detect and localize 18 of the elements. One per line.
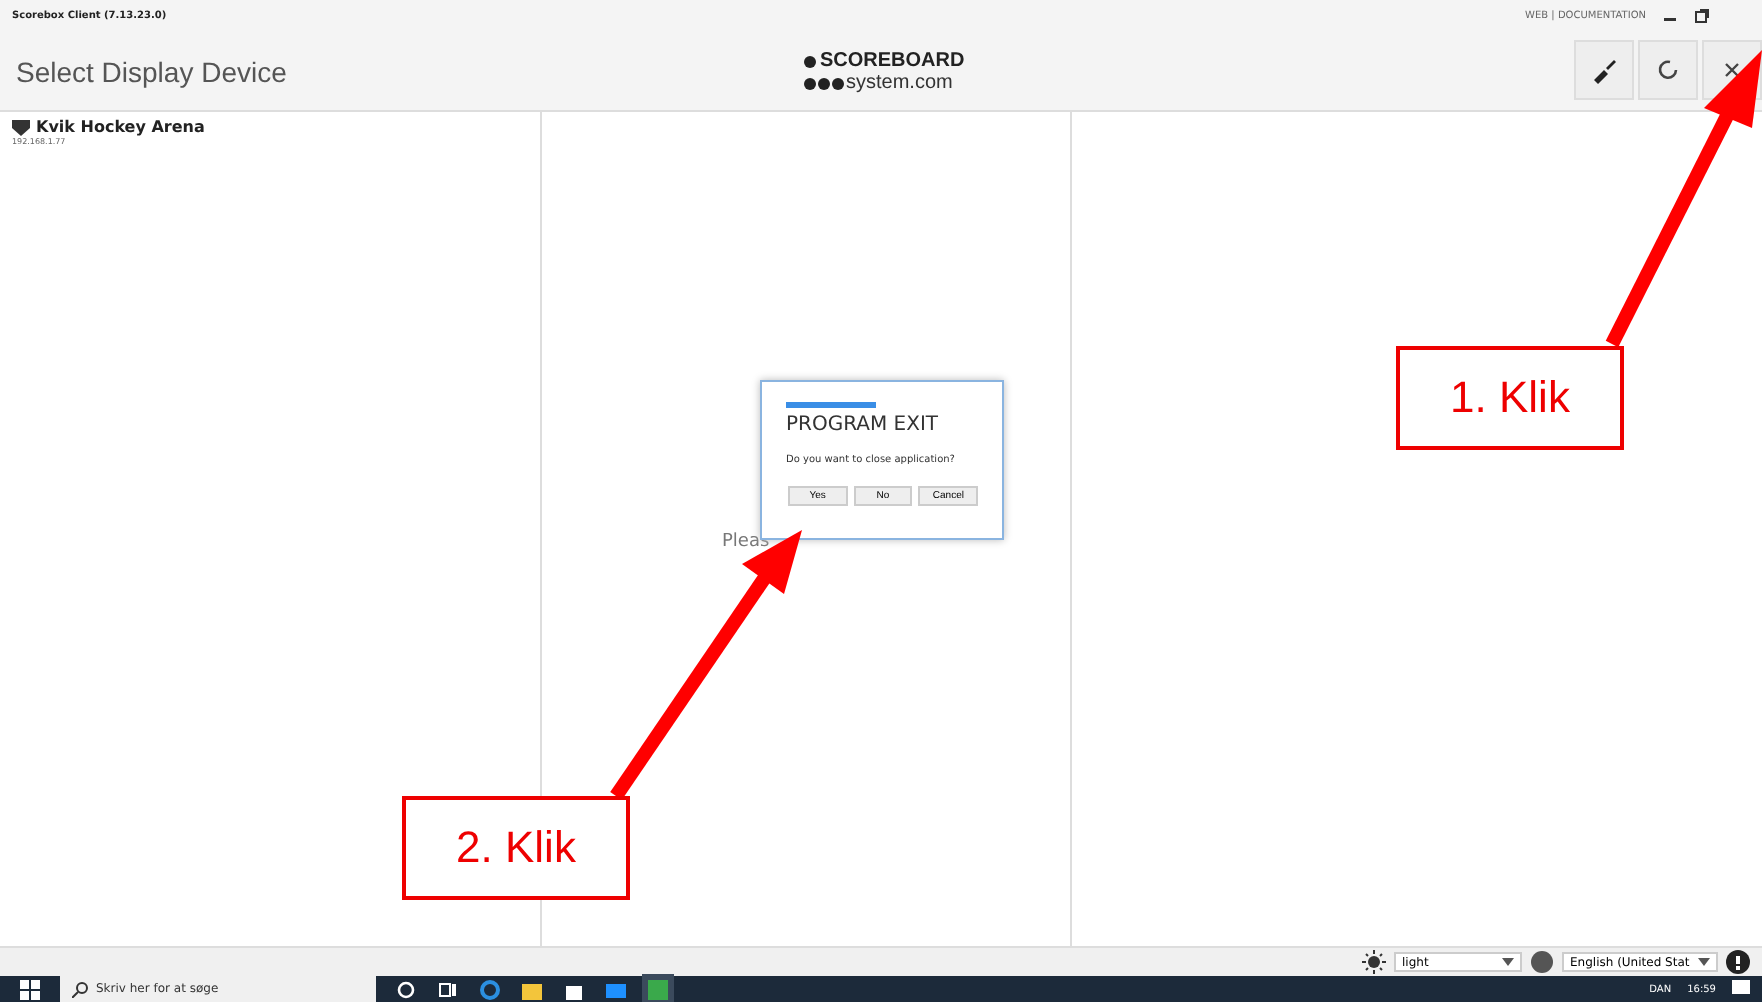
- sun-icon: [1362, 950, 1386, 974]
- caret-icon: [1698, 958, 1710, 966]
- refresh-button[interactable]: [1638, 40, 1698, 100]
- dialog-title: PROGRAM EXIT: [786, 414, 941, 436]
- brush-icon: [1590, 56, 1618, 84]
- restore-icon[interactable]: [1694, 8, 1710, 24]
- close-icon: [1722, 60, 1742, 80]
- refresh-icon: [1656, 58, 1680, 82]
- task-view-icon[interactable]: [438, 979, 458, 999]
- brush-button[interactable]: [1574, 40, 1634, 100]
- caret-icon: [1502, 958, 1514, 966]
- logo: SCOREBOARD system.com: [804, 50, 965, 94]
- windows-icon[interactable]: [20, 979, 40, 999]
- search-icon: [72, 981, 88, 997]
- shield-icon: [12, 118, 30, 136]
- annotation-label: 1. Klik: [1396, 346, 1624, 450]
- page-title: Select Display Device: [16, 55, 287, 87]
- annotation-label: 2. Klik: [402, 796, 630, 900]
